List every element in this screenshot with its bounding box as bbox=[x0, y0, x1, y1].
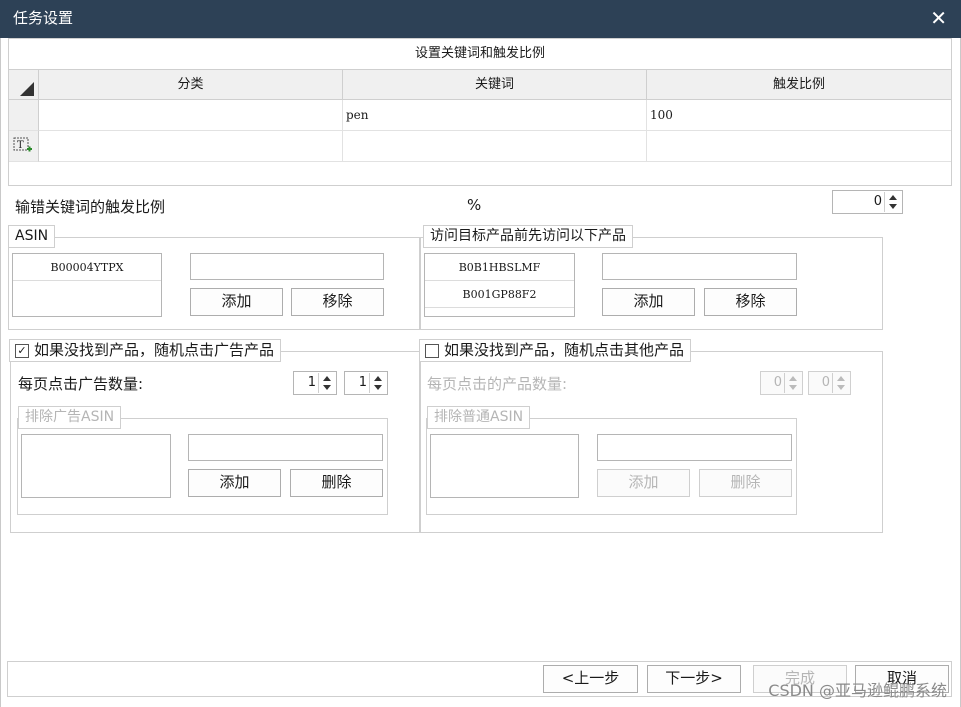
new-row-cell-category[interactable] bbox=[39, 131, 343, 162]
keyword-grid: 设置关键词和触发比例 分类 关键词 触发比例 pen 100 T bbox=[8, 38, 952, 186]
other-exclude-delete-button[interactable]: 删除 bbox=[699, 469, 792, 497]
spinner-arrows[interactable] bbox=[369, 373, 386, 393]
list-item[interactable]: B001GP88F2 bbox=[425, 281, 574, 308]
grid-corner[interactable] bbox=[9, 69, 39, 100]
spinner-value: 0 bbox=[821, 375, 830, 390]
percent-unit: % bbox=[467, 196, 482, 214]
ad-exclude-list[interactable] bbox=[21, 434, 171, 498]
asin-input[interactable] bbox=[190, 253, 384, 280]
ad-click-checkbox-label[interactable]: 如果没找到产品，随机点击广告产品 bbox=[34, 341, 274, 359]
asin-remove-button[interactable]: 移除 bbox=[291, 288, 384, 316]
svg-text:T: T bbox=[17, 140, 24, 151]
pre-visit-list[interactable]: B0B1HBSLMF B001GP88F2 bbox=[424, 253, 575, 317]
pre-visit-add-button[interactable]: 添加 bbox=[602, 288, 695, 316]
next-step-button[interactable]: 下一步> bbox=[647, 665, 741, 693]
window-title: 任务设置 bbox=[13, 9, 74, 27]
spin-down-icon[interactable] bbox=[374, 385, 382, 390]
list-item[interactable]: B0B1HBSLMF bbox=[425, 254, 574, 281]
grid-caption: 设置关键词和触发比例 bbox=[414, 46, 545, 61]
ad-min-spinner[interactable]: 1 bbox=[293, 371, 337, 395]
misspell-ratio-spinner[interactable]: 0 bbox=[832, 190, 903, 214]
ad-exclude-add-button[interactable]: 添加 bbox=[188, 469, 281, 497]
pre-visit-remove-button[interactable]: 移除 bbox=[704, 288, 797, 316]
spinner-value: 0 bbox=[873, 194, 882, 209]
column-header-keyword[interactable]: 关键词 bbox=[343, 69, 647, 100]
spin-up-icon[interactable] bbox=[323, 376, 331, 381]
spinner-value: 1 bbox=[307, 375, 316, 390]
column-header-category[interactable]: 分类 bbox=[39, 69, 343, 100]
list-item[interactable]: B00004YTPX bbox=[13, 254, 161, 281]
pre-visit-input[interactable] bbox=[602, 253, 797, 280]
ad-exclude-input[interactable] bbox=[188, 434, 383, 461]
spin-down-icon[interactable] bbox=[789, 385, 797, 390]
watermark: CSDN @亚马逊鲲鹏系统 bbox=[768, 681, 947, 700]
asin-group-legend: ASIN bbox=[8, 225, 56, 248]
other-per-page-label: 每页点击的产品数量: bbox=[427, 375, 568, 393]
close-icon[interactable]: ✕ bbox=[930, 6, 947, 30]
select-all-icon bbox=[20, 82, 34, 96]
other-exclude-add-button[interactable]: 添加 bbox=[597, 469, 690, 497]
other-exclude-legend: 排除普通ASIN bbox=[427, 406, 531, 429]
asin-list[interactable]: B00004YTPX bbox=[12, 253, 162, 317]
row-header[interactable] bbox=[9, 100, 39, 131]
other-exclude-input[interactable] bbox=[597, 434, 792, 461]
ad-exclude-legend: 排除广告ASIN bbox=[18, 406, 122, 429]
spin-up-icon[interactable] bbox=[374, 376, 382, 381]
other-click-checkbox-label[interactable]: 如果没找到产品，随机点击其他产品 bbox=[444, 341, 684, 359]
new-row-cell-keyword[interactable] bbox=[343, 131, 647, 162]
ad-exclude-delete-button[interactable]: 删除 bbox=[290, 469, 383, 497]
misspell-ratio-label: 输错关键词的触发比例 bbox=[15, 198, 166, 216]
spinner-arrows[interactable] bbox=[884, 192, 901, 212]
spinner-arrows[interactable] bbox=[784, 373, 801, 393]
asin-add-button[interactable]: 添加 bbox=[190, 288, 283, 316]
other-max-spinner[interactable]: 0 bbox=[808, 371, 851, 395]
grid-cell-keyword[interactable]: pen bbox=[343, 100, 647, 131]
ad-click-checkbox[interactable]: ✓ bbox=[15, 344, 29, 358]
spin-up-icon[interactable] bbox=[837, 376, 845, 381]
pre-visit-group-legend: 访问目标产品前先访问以下产品 bbox=[423, 225, 633, 248]
grid-cell-category[interactable] bbox=[39, 100, 343, 131]
spinner-value: 1 bbox=[358, 375, 367, 390]
other-exclude-list[interactable] bbox=[430, 434, 579, 498]
new-row-cell-ratio[interactable] bbox=[647, 131, 951, 162]
ad-click-legend: ✓ 如果没找到产品，随机点击广告产品 bbox=[9, 339, 282, 362]
title-bar: 任务设置 ✕ bbox=[0, 0, 961, 38]
ad-per-page-label: 每页点击广告数量: bbox=[18, 375, 144, 393]
ad-max-spinner[interactable]: 1 bbox=[344, 371, 388, 395]
spinner-value: 0 bbox=[773, 375, 782, 390]
column-header-ratio[interactable]: 触发比例 bbox=[647, 69, 951, 100]
spin-up-icon[interactable] bbox=[789, 376, 797, 381]
new-row-icon: T bbox=[13, 137, 32, 152]
spinner-arrows[interactable] bbox=[832, 373, 849, 393]
other-min-spinner[interactable]: 0 bbox=[760, 371, 803, 395]
spinner-arrows[interactable] bbox=[318, 373, 335, 393]
spin-down-icon[interactable] bbox=[889, 204, 897, 209]
other-click-checkbox[interactable] bbox=[425, 344, 439, 358]
previous-step-button[interactable]: <上一步 bbox=[543, 665, 638, 693]
spin-down-icon[interactable] bbox=[323, 385, 331, 390]
new-row-header[interactable]: T bbox=[9, 131, 39, 162]
spin-up-icon[interactable] bbox=[889, 195, 897, 200]
other-click-legend: 如果没找到产品，随机点击其他产品 bbox=[419, 339, 692, 362]
spin-down-icon[interactable] bbox=[837, 385, 845, 390]
grid-cell-ratio[interactable]: 100 bbox=[647, 100, 951, 131]
